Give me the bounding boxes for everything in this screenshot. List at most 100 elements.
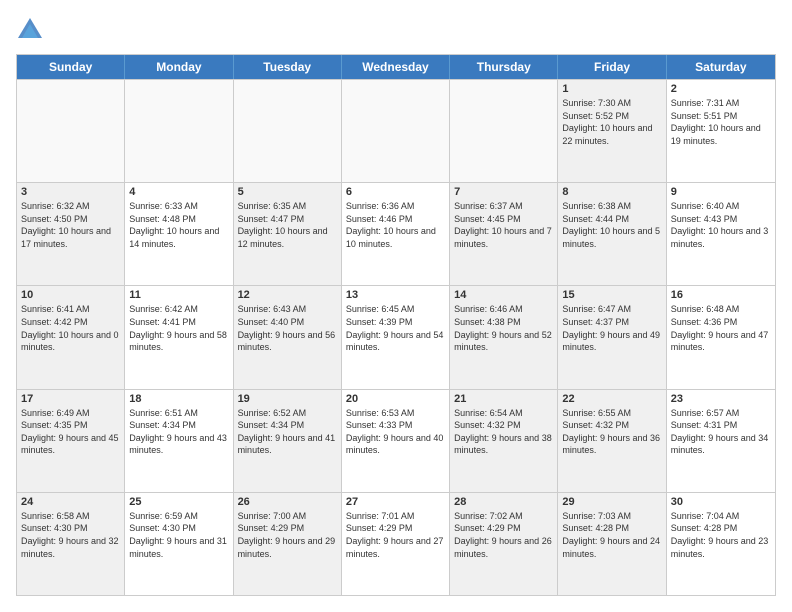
day-number: 22 (562, 393, 661, 405)
cal-cell-14: 14 Sunrise: 6:46 AM Sunset: 4:38 PM Dayli… (450, 286, 558, 388)
day-info: Sunrise: 7:31 AM Sunset: 5:51 PM Dayligh… (671, 97, 771, 147)
day-info: Sunrise: 6:41 AM Sunset: 4:42 PM Dayligh… (21, 303, 120, 353)
cal-cell-5: 5Sunrise: 6:35 AM Sunset: 4:47 PM Daylig… (234, 183, 342, 285)
day-number: 2 (671, 83, 771, 95)
day-number: 4 (129, 186, 228, 198)
day-info: Sunrise: 7:02 AM Sunset: 4:29 PM Dayligh… (454, 510, 553, 560)
day-number: 27 (346, 496, 445, 508)
day-info: Sunrise: 6:46 AM Sunset: 4:38 PM Dayligh… (454, 303, 553, 353)
calendar-row-0: 1 Sunrise: 7:30 AM Sunset: 5:52 PM Daylig… (17, 79, 775, 182)
day-info: Sunrise: 7:01 AM Sunset: 4:29 PM Dayligh… (346, 510, 445, 560)
cal-cell-20: 20 Sunrise: 6:53 AM Sunset: 4:33 PM Dayli… (342, 390, 450, 492)
day-info: Sunrise: 6:37 AM Sunset: 4:45 PM Dayligh… (454, 200, 553, 250)
calendar-row-3: 17 Sunrise: 6:49 AM Sunset: 4:35 PM Dayli… (17, 389, 775, 492)
day-info: Sunrise: 6:47 AM Sunset: 4:37 PM Dayligh… (562, 303, 661, 353)
day-info: Sunrise: 7:30 AM Sunset: 5:52 PM Dayligh… (562, 97, 661, 147)
cal-cell-1: 1 Sunrise: 7:30 AM Sunset: 5:52 PM Daylig… (558, 80, 666, 182)
day-number: 20 (346, 393, 445, 405)
header (16, 16, 776, 44)
cal-cell-24: 24Sunrise: 6:58 AM Sunset: 4:30 PM Dayli… (17, 493, 125, 595)
cal-cell-empty-3 (342, 80, 450, 182)
header-day-monday: Monday (125, 55, 233, 79)
day-number: 18 (129, 393, 228, 405)
day-info: Sunrise: 6:36 AM Sunset: 4:46 PM Dayligh… (346, 200, 445, 250)
calendar-row-4: 24Sunrise: 6:58 AM Sunset: 4:30 PM Dayli… (17, 492, 775, 595)
day-number: 17 (21, 393, 120, 405)
cal-cell-4: 4 Sunrise: 6:33 AM Sunset: 4:48 PM Daylig… (125, 183, 233, 285)
day-number: 25 (129, 496, 228, 508)
cal-cell-16: 16 Sunrise: 6:48 AM Sunset: 4:36 PM Dayli… (667, 286, 775, 388)
day-info: Sunrise: 6:52 AM Sunset: 4:34 PM Dayligh… (238, 407, 337, 457)
day-info: Sunrise: 6:55 AM Sunset: 4:32 PM Dayligh… (562, 407, 661, 457)
cal-cell-12: 12Sunrise: 6:43 AM Sunset: 4:40 PM Dayli… (234, 286, 342, 388)
cal-cell-30: 30 Sunrise: 7:04 AM Sunset: 4:28 PM Dayli… (667, 493, 775, 595)
day-info: Sunrise: 6:43 AM Sunset: 4:40 PM Dayligh… (238, 303, 337, 353)
day-number: 6 (346, 186, 445, 198)
cal-cell-17: 17 Sunrise: 6:49 AM Sunset: 4:35 PM Dayli… (17, 390, 125, 492)
day-number: 29 (562, 496, 661, 508)
header-day-sunday: Sunday (17, 55, 125, 79)
cal-cell-25: 25 Sunrise: 6:59 AM Sunset: 4:30 PM Dayli… (125, 493, 233, 595)
day-info: Sunrise: 6:40 AM Sunset: 4:43 PM Dayligh… (671, 200, 771, 250)
cal-cell-29: 29 Sunrise: 7:03 AM Sunset: 4:28 PM Dayli… (558, 493, 666, 595)
day-number: 14 (454, 289, 553, 301)
cal-cell-2: 2 Sunrise: 7:31 AM Sunset: 5:51 PM Daylig… (667, 80, 775, 182)
cal-cell-21: 21 Sunrise: 6:54 AM Sunset: 4:32 PM Dayli… (450, 390, 558, 492)
cal-cell-10: 10 Sunrise: 6:41 AM Sunset: 4:42 PM Dayli… (17, 286, 125, 388)
day-info: Sunrise: 6:48 AM Sunset: 4:36 PM Dayligh… (671, 303, 771, 353)
day-number: 10 (21, 289, 120, 301)
cal-cell-28: 28Sunrise: 7:02 AM Sunset: 4:29 PM Dayli… (450, 493, 558, 595)
day-info: Sunrise: 6:35 AM Sunset: 4:47 PM Dayligh… (238, 200, 337, 250)
cal-cell-23: 23Sunrise: 6:57 AM Sunset: 4:31 PM Dayli… (667, 390, 775, 492)
cal-cell-27: 27 Sunrise: 7:01 AM Sunset: 4:29 PM Dayli… (342, 493, 450, 595)
cal-cell-13: 13Sunrise: 6:45 AM Sunset: 4:39 PM Dayli… (342, 286, 450, 388)
calendar-row-2: 10 Sunrise: 6:41 AM Sunset: 4:42 PM Dayli… (17, 285, 775, 388)
day-number: 23 (671, 393, 771, 405)
day-info: Sunrise: 7:04 AM Sunset: 4:28 PM Dayligh… (671, 510, 771, 560)
calendar-row-1: 3 Sunrise: 6:32 AM Sunset: 4:50 PM Daylig… (17, 182, 775, 285)
cal-cell-3: 3 Sunrise: 6:32 AM Sunset: 4:50 PM Daylig… (17, 183, 125, 285)
day-number: 15 (562, 289, 661, 301)
cal-cell-empty-1 (125, 80, 233, 182)
cal-cell-15: 15 Sunrise: 6:47 AM Sunset: 4:37 PM Dayli… (558, 286, 666, 388)
cal-cell-empty-2 (234, 80, 342, 182)
cal-cell-6: 6 Sunrise: 6:36 AM Sunset: 4:46 PM Daylig… (342, 183, 450, 285)
cal-cell-empty-4 (450, 80, 558, 182)
day-info: Sunrise: 6:45 AM Sunset: 4:39 PM Dayligh… (346, 303, 445, 353)
calendar: SundayMondayTuesdayWednesdayThursdayFrid… (16, 54, 776, 596)
day-number: 1 (562, 83, 661, 95)
day-number: 7 (454, 186, 553, 198)
day-number: 11 (129, 289, 228, 301)
day-number: 30 (671, 496, 771, 508)
day-info: Sunrise: 6:49 AM Sunset: 4:35 PM Dayligh… (21, 407, 120, 457)
cal-cell-22: 22 Sunrise: 6:55 AM Sunset: 4:32 PM Dayli… (558, 390, 666, 492)
calendar-header: SundayMondayTuesdayWednesdayThursdayFrid… (17, 55, 775, 79)
day-info: Sunrise: 6:51 AM Sunset: 4:34 PM Dayligh… (129, 407, 228, 457)
day-number: 26 (238, 496, 337, 508)
day-number: 21 (454, 393, 553, 405)
header-day-friday: Friday (558, 55, 666, 79)
day-info: Sunrise: 6:33 AM Sunset: 4:48 PM Dayligh… (129, 200, 228, 250)
cal-cell-19: 19 Sunrise: 6:52 AM Sunset: 4:34 PM Dayli… (234, 390, 342, 492)
day-info: Sunrise: 7:00 AM Sunset: 4:29 PM Dayligh… (238, 510, 337, 560)
day-info: Sunrise: 6:54 AM Sunset: 4:32 PM Dayligh… (454, 407, 553, 457)
header-day-saturday: Saturday (667, 55, 775, 79)
day-number: 3 (21, 186, 120, 198)
cal-cell-empty-0 (17, 80, 125, 182)
header-day-wednesday: Wednesday (342, 55, 450, 79)
day-info: Sunrise: 6:53 AM Sunset: 4:33 PM Dayligh… (346, 407, 445, 457)
header-day-thursday: Thursday (450, 55, 558, 79)
day-info: Sunrise: 7:03 AM Sunset: 4:28 PM Dayligh… (562, 510, 661, 560)
cal-cell-8: 8Sunrise: 6:38 AM Sunset: 4:44 PM Daylig… (558, 183, 666, 285)
day-number: 8 (562, 186, 661, 198)
day-info: Sunrise: 6:32 AM Sunset: 4:50 PM Dayligh… (21, 200, 120, 250)
day-number: 16 (671, 289, 771, 301)
day-number: 9 (671, 186, 771, 198)
day-number: 19 (238, 393, 337, 405)
cal-cell-26: 26 Sunrise: 7:00 AM Sunset: 4:29 PM Dayli… (234, 493, 342, 595)
day-info: Sunrise: 6:59 AM Sunset: 4:30 PM Dayligh… (129, 510, 228, 560)
page: SundayMondayTuesdayWednesdayThursdayFrid… (0, 0, 792, 612)
header-day-tuesday: Tuesday (234, 55, 342, 79)
day-info: Sunrise: 6:42 AM Sunset: 4:41 PM Dayligh… (129, 303, 228, 353)
day-number: 24 (21, 496, 120, 508)
